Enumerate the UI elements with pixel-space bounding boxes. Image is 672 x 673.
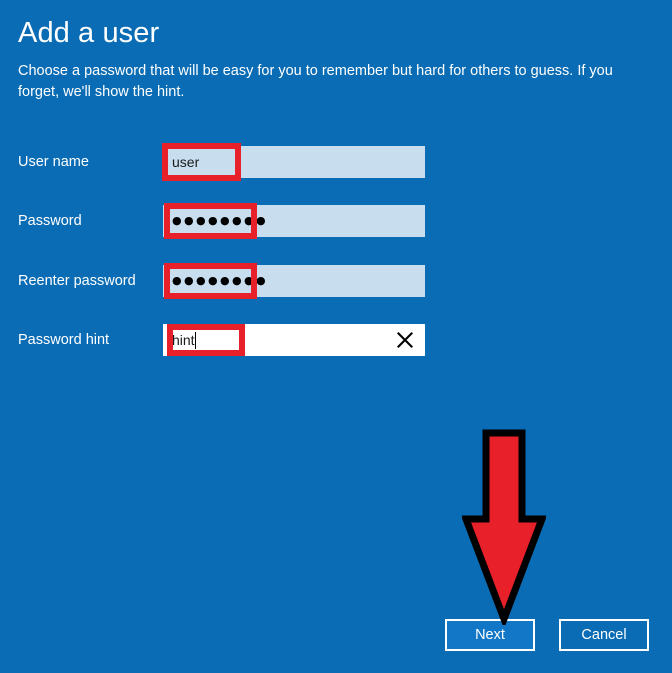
- password-hint-value: hint: [172, 332, 195, 348]
- password-hint-label: Password hint: [18, 332, 110, 348]
- text-caret: [194, 331, 196, 349]
- page-subtitle: Choose a password that will be easy for …: [18, 63, 613, 100]
- add-user-page: Add a user Choose a password that will b…: [0, 0, 672, 673]
- form-row-reenter-password: Reenter password ●●●●●●●●: [0, 265, 672, 297]
- password-hint-input[interactable]: hint: [163, 324, 425, 356]
- username-label: User name: [18, 154, 89, 170]
- cancel-button[interactable]: Cancel: [559, 619, 649, 651]
- reenter-password-input[interactable]: ●●●●●●●●: [163, 265, 425, 297]
- password-value: ●●●●●●●●: [172, 214, 268, 227]
- form-row-password: Password ●●●●●●●●: [0, 205, 672, 237]
- reenter-password-label: Reenter password: [18, 273, 136, 289]
- page-title: Add a user: [18, 17, 160, 49]
- form-row-username: User name user: [0, 146, 672, 178]
- password-label: Password: [18, 213, 82, 229]
- form-row-password-hint: Password hint hint: [0, 324, 672, 356]
- username-input[interactable]: user: [163, 146, 425, 178]
- password-input[interactable]: ●●●●●●●●: [163, 205, 425, 237]
- username-value: user: [172, 154, 200, 170]
- down-arrow-annotation-icon: [462, 429, 546, 625]
- close-icon[interactable]: [396, 331, 414, 349]
- reenter-password-value: ●●●●●●●●: [172, 274, 268, 287]
- next-button[interactable]: Next: [445, 619, 535, 651]
